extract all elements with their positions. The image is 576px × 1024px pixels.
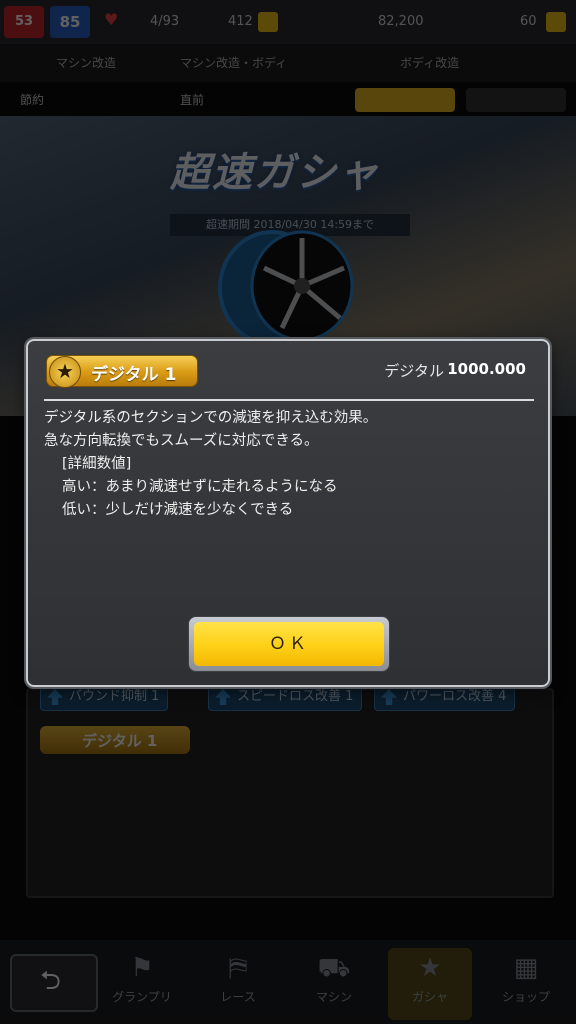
ok-button-label: ＯＫ — [194, 622, 384, 666]
skill-tag-label: デジタル 1 — [82, 732, 158, 750]
subrow-label: マシン改造・ボディ — [180, 56, 288, 70]
description-line: デジタル系のセクションでの減速を抑え込む効果。 — [44, 410, 378, 426]
subrow-label: マシン改造 — [56, 56, 117, 70]
up-arrow-icon — [47, 689, 63, 705]
up-arrow-icon — [381, 689, 397, 705]
part-tag[interactable]: スピードロス改善 1 — [208, 683, 363, 711]
nav-item-grandprix[interactable]: ⚑ グランプリ — [100, 948, 184, 1020]
up-arrow-icon — [215, 689, 231, 705]
sub-header: マシン改造 マシン改造・ボディ ボディ改造 — [0, 46, 576, 82]
nav-label: レース — [220, 990, 256, 1004]
nav-item-shop[interactable]: ▦ ショップ — [484, 948, 568, 1020]
wheel-image — [218, 230, 354, 338]
car-icon: ⛟ — [317, 953, 351, 983]
stat-label: 直前 — [180, 93, 205, 107]
divider — [44, 399, 534, 401]
skill-detail-dialog: ★ デジタル 1 デジタル 1000.000 デジタル系のセクションでの減速を抑… — [26, 339, 550, 687]
param-value: 1000.000 — [447, 360, 526, 378]
parts-panel — [26, 688, 554, 898]
resource-value: 412 — [228, 14, 253, 29]
back-button[interactable]: ⮌ — [10, 954, 98, 1012]
shop-icon: ▦ — [513, 953, 539, 983]
nav-item-race[interactable]: ⛿ レース — [196, 948, 280, 1020]
skill-name: デジタル 1 — [91, 365, 177, 385]
nav-label: グランプリ — [112, 990, 172, 1004]
skill-tag: ★ デジタル 1 — [46, 355, 198, 388]
ok-button[interactable]: ＯＫ — [189, 617, 389, 671]
skill-tag-background[interactable]: デジタル 1 — [40, 726, 190, 754]
part-tag[interactable]: パワーロス改善 4 — [374, 683, 516, 711]
rank-badge: 53 — [4, 6, 44, 38]
star-icon: ★ — [49, 356, 81, 388]
param-label: デジタル — [384, 362, 444, 380]
flag-icon: ⚑ — [130, 953, 154, 983]
description-line: 高い：あまり減速せずに走れるようになる — [62, 479, 338, 495]
part-tag[interactable]: バウンド抑制 1 — [40, 683, 169, 711]
star-icon: ★ — [418, 953, 442, 983]
part-tag-label: スピードロス改善 1 — [237, 689, 354, 704]
gem-icon — [546, 12, 566, 32]
description-line: [詳細数値] — [62, 456, 132, 472]
level-badge: 85 — [50, 6, 90, 38]
gem-value: 60 — [520, 14, 537, 29]
money-value: 82,200 — [378, 14, 424, 29]
nav-label: ガシャ — [411, 990, 448, 1004]
nav-label: ショップ — [501, 990, 550, 1004]
skill-description: デジタル系のセクションでの減速を抑え込む効果。 急な方向転換でもスムーズに対応で… — [44, 407, 534, 522]
subrow-label: ボディ改造 — [400, 56, 460, 70]
banner-title: 超速ガシャ — [170, 150, 380, 196]
description-line: 低い：少しだけ減速を少なくできる — [62, 502, 294, 518]
race-icon: ⛿ — [228, 953, 248, 983]
stamina-value: 4/93 — [150, 14, 180, 29]
stat-label: 節約 — [20, 93, 45, 107]
nav-label: マシン — [315, 990, 352, 1004]
description-line: 急な方向転換でもスムーズに対応できる。 — [44, 433, 319, 449]
heart-icon: ♥ — [104, 10, 119, 29]
nav-item-machine[interactable]: ⛟ マシン — [292, 948, 376, 1020]
menu-pill[interactable] — [466, 88, 566, 112]
back-arrow-icon: ⮌ — [40, 966, 61, 996]
coin-icon — [258, 12, 278, 32]
part-tag-label: バウンド抑制 1 — [69, 689, 160, 704]
status-bar: 53 85 ♥ 4/93 412 82,200 60 — [0, 0, 576, 46]
nav-item-gacha[interactable]: ★ ガシャ — [388, 948, 472, 1020]
event-pill[interactable] — [355, 88, 455, 112]
part-tag-label: パワーロス改善 4 — [403, 689, 507, 704]
